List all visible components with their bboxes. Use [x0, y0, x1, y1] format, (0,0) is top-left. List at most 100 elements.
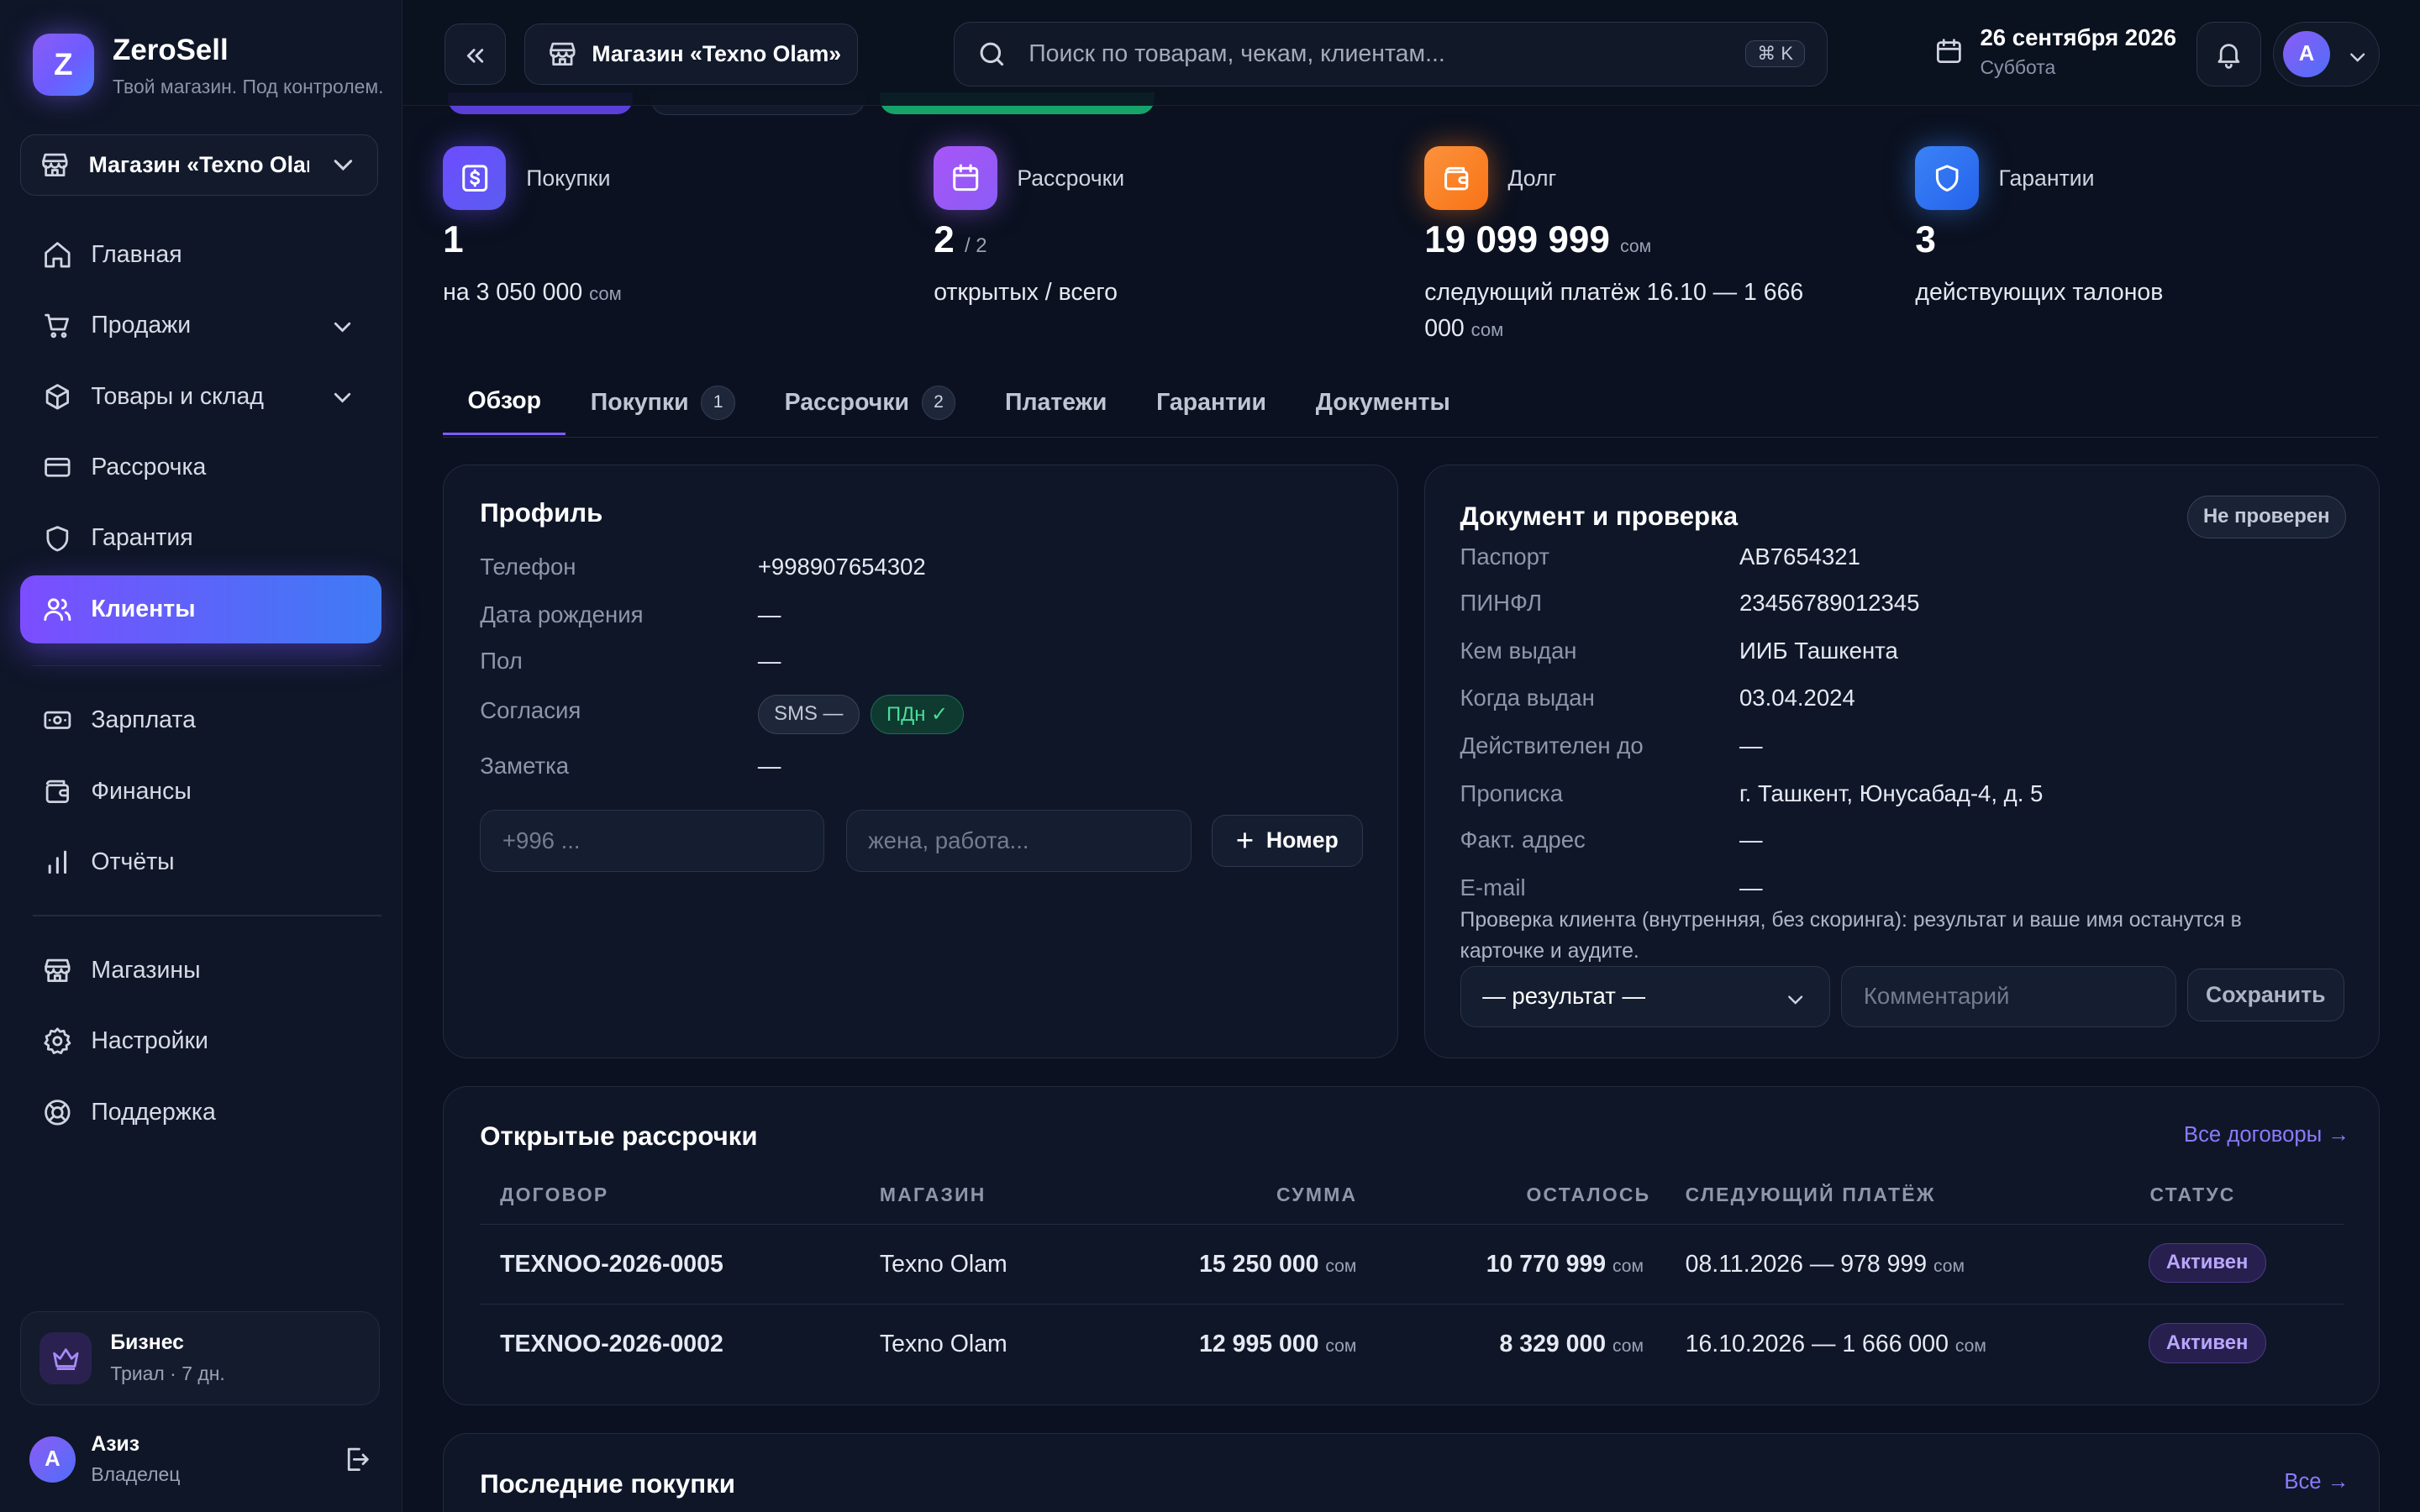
pinfl-value: 23456789012345 [1739, 589, 1920, 616]
user-profile[interactable]: А Азиз Владелец [29, 1433, 372, 1485]
valid-until-value: — [1739, 732, 1763, 759]
contract-number[interactable]: TEXNOO-2026-0002 [500, 1331, 723, 1358]
account-menu-button[interactable]: A [2273, 21, 2381, 87]
sidebar-item-home[interactable]: Главная [20, 221, 381, 289]
contract-sum: 15 250 000 сом [1199, 1251, 1356, 1278]
extra-phone-input[interactable] [480, 810, 824, 872]
sidebar-item-support[interactable]: Поддержка [20, 1079, 381, 1147]
brand-logo: Z [32, 34, 95, 96]
field-label: ПИНФЛ [1460, 589, 1543, 616]
sidebar-item-label: Зарплата [91, 706, 196, 734]
shield-icon [1915, 146, 1979, 210]
sidebar-nav-main: Главная Продажи Товары и склад Рассрочка… [19, 221, 381, 643]
column-header: СТАТУС [2149, 1183, 2236, 1205]
topbar-store-label: Магазин «Texno Olam» [592, 40, 842, 66]
chevron-down-icon [328, 150, 359, 181]
all-contracts-link[interactable]: Все договоры → [2184, 1123, 2349, 1147]
box-icon [42, 381, 73, 412]
registration-value: г. Ташкент, Юнусабад-4, д. 5 [1739, 780, 2044, 807]
stat-warranties: Гарантии 3 действующих талонов [1915, 146, 2363, 310]
notifications-button[interactable] [2196, 21, 2261, 87]
topbar: Магазин «Texno Olam» ⌘ K 26 сентября 202… [402, 0, 2420, 106]
verification-result-select[interactable]: — результат — [1460, 965, 1831, 1028]
chevron-down-icon [329, 312, 356, 339]
sidebar-item-products[interactable]: Товары и склад [20, 363, 381, 431]
brand[interactable]: Z ZeroSell Твой магазин. Под контролем. [32, 34, 384, 98]
sidebar-item-finance[interactable]: Финансы [20, 758, 381, 826]
topbar-store-button[interactable]: Магазин «Texno Olam» [524, 23, 859, 85]
tab-label: Документы [1315, 388, 1450, 416]
add-phone-button[interactable]: + Номер [1211, 814, 1363, 868]
tab-installments[interactable]: Рассрочки 2 [760, 370, 980, 435]
consents: SMS — ПДн ✓ [757, 694, 965, 735]
sidebar-item-warranty[interactable]: Гарантия [20, 505, 381, 573]
field-label: Согласия [480, 697, 581, 724]
tab-label: Гарантии [1156, 388, 1267, 416]
currency-unit: сом [1325, 1336, 1357, 1357]
field-label: Заметка [480, 753, 570, 780]
consent-sms-badge[interactable]: SMS — [757, 694, 860, 735]
sidebar-item-stores[interactable]: Магазины [20, 937, 381, 1005]
currency-unit: сом [1325, 1256, 1357, 1276]
stat-purchases: Покупки 1 на 3 050 000 сом [443, 146, 891, 312]
sidebar-item-label: Клиенты [91, 595, 196, 622]
sidebar-nav-secondary: Зарплата Финансы Отчёты [20, 686, 381, 896]
global-search[interactable]: ⌘ K [954, 21, 1828, 87]
add-phone-label: Номер [1265, 827, 1339, 853]
sidebar-item-salary[interactable]: Зарплата [20, 686, 381, 754]
stat-label: Долг [1507, 165, 1557, 191]
user-name: Азиз [91, 1433, 140, 1457]
all-purchases-link[interactable]: Все → [2284, 1470, 2349, 1494]
tab-documents[interactable]: Документы [1291, 370, 1475, 435]
sidebar: Z ZeroSell Твой магазин. Под контролем. … [0, 0, 402, 1512]
next-payment-value: 16.10.2026 — 1 666 000 [1685, 1331, 1949, 1358]
verification-comment-input[interactable] [1841, 965, 2176, 1028]
status-badge: Активен [2148, 1242, 2266, 1284]
search-input[interactable] [1025, 38, 1728, 70]
note-value: — [757, 753, 781, 780]
field-label: Кем выдан [1460, 637, 1577, 664]
save-verification-button[interactable]: Сохранить [2186, 969, 2344, 1021]
sidebar-item-label: Поддержка [91, 1098, 216, 1126]
field-label: Факт. адрес [1460, 827, 1586, 853]
store-selector[interactable]: Магазин «Texno Olam» [19, 134, 378, 197]
tab-count: 1 [701, 386, 735, 420]
tab-overview[interactable]: Обзор [443, 370, 566, 435]
remaining-value: 8 329 000 [1499, 1331, 1607, 1358]
avatar: A [2283, 30, 2330, 77]
plan-subtitle: Триал · 7 дн. [110, 1362, 225, 1385]
tab-purchases[interactable]: Покупки 1 [566, 370, 760, 435]
date-main: 26 сентября 2026 [1980, 24, 2177, 51]
sidebar-item-sales[interactable]: Продажи [20, 291, 381, 360]
logout-icon[interactable] [341, 1444, 372, 1475]
sidebar-nav-settings: Магазины Настройки Поддержка [20, 937, 381, 1147]
chevron-down-icon [1783, 984, 1807, 1009]
contract-remaining: 10 770 999 сом [1486, 1251, 1644, 1278]
consent-pdn-badge[interactable]: ПДн ✓ [870, 694, 965, 735]
sum-value: 15 250 000 [1199, 1250, 1319, 1278]
extra-phone-note-input[interactable] [845, 810, 1192, 872]
tab-warranties[interactable]: Гарантии [1132, 370, 1292, 435]
tab-label: Покупки [590, 388, 689, 416]
sidebar-item-settings[interactable]: Настройки [20, 1007, 381, 1075]
tab-payments[interactable]: Платежи [981, 370, 1132, 435]
table-row[interactable]: TEXNOO-2026-0002 Texno Olam 12 995 000 с… [480, 1304, 2344, 1385]
chart-icon [42, 847, 73, 878]
sidebar-item-label: Товары и склад [91, 382, 264, 410]
sidebar-item-clients[interactable]: Клиенты [19, 575, 381, 643]
sidebar-item-label: Продажи [91, 312, 192, 339]
contract-number[interactable]: TEXNOO-2026-0005 [500, 1251, 723, 1278]
sidebar-item-installment[interactable]: Рассрочка [20, 433, 381, 501]
table-row[interactable]: TEXNOO-2026-0005 Texno Olam 15 250 000 с… [480, 1223, 2344, 1305]
plan-card[interactable]: Бизнес Триал · 7 дн. [19, 1311, 380, 1406]
chevron-down-icon [2345, 42, 2370, 66]
lifebuoy-icon [42, 1097, 73, 1128]
stat-installments: Рассрочки 2 / 2 открытых / всего [934, 146, 1381, 310]
sidebar-item-reports[interactable]: Отчёты [20, 828, 381, 896]
brand-name: ZeroSell [113, 34, 229, 67]
next-payment-value: 08.11.2026 — 978 999 [1685, 1250, 1928, 1278]
brand-tagline: Твой магазин. Под контролем. [113, 75, 384, 97]
collapse-sidebar-button[interactable] [444, 23, 507, 85]
actual-address-value: — [1739, 827, 1763, 853]
calendar-icon [934, 146, 997, 210]
